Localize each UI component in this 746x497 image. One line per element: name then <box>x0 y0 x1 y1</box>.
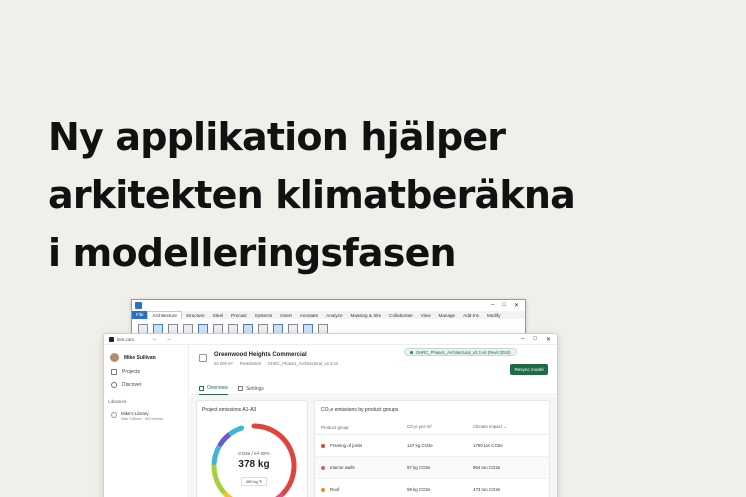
app-minimize-icon[interactable]: – <box>521 336 524 343</box>
revit-tab-analyze[interactable]: Analyze <box>322 313 346 318</box>
library-item[interactable]: Mike's Library Mike Sullivan · 300 famil… <box>104 405 188 421</box>
library-meta: Mike Sullivan · 300 families <box>121 417 164 421</box>
sidebar-item-label: Projects <box>122 369 141 375</box>
product-groups-card: CO₂e emissions by product groups Product… <box>314 400 550 497</box>
app-window: lem.com ← → – □ ✕ Mike Sullivan Projects… <box>103 333 558 497</box>
tab-overview[interactable]: Overview <box>199 383 228 395</box>
revit-tab-precast[interactable]: Precast <box>227 313 251 318</box>
building-icon <box>199 354 207 362</box>
user-name: Mike Sullivan <box>124 354 156 361</box>
group-color-dot <box>321 487 325 492</box>
revit-tab-insert[interactable]: Insert <box>276 313 296 318</box>
project-area: 20 000 m² <box>214 361 233 366</box>
user-profile[interactable]: Mike Sullivan <box>104 345 188 362</box>
group-color-dot <box>321 443 325 448</box>
model-file-chip[interactable]: GHRC_Phase1_Architectural_v2.3.rvt (Revi… <box>404 348 517 356</box>
sidebar-item-discover[interactable]: Discover <box>104 375 188 388</box>
donut-center: CO2e / m² GFA 378 kg 400 kg ✎ <box>229 451 279 488</box>
app-titlebar: lem.com ← → – □ ✕ <box>104 334 557 345</box>
libraries-heading: Libraries <box>108 400 127 405</box>
library-name: Mike's Library <box>121 411 149 416</box>
donut-segment <box>211 462 219 481</box>
model-file-label: GHRC_Phase1_Architectural_v2.3.rvt (Revi… <box>416 349 511 355</box>
donut-unit-label: CO2e / m² GFA <box>238 451 270 456</box>
sidebar: Mike Sullivan Projects Discover Librarie… <box>104 345 189 497</box>
settings-icon <box>237 386 243 391</box>
headline: Ny applikation hjälper arkitekten klimat… <box>48 108 708 282</box>
table-row[interactable]: Roof 59 kg CO2e 473 ton CO2e <box>315 478 549 497</box>
sidebar-item-label: Discover <box>122 382 142 388</box>
app-window-title: lem.com <box>117 336 135 342</box>
donut-segment <box>221 490 233 497</box>
sidebar-item-projects[interactable]: Projects <box>104 362 188 375</box>
maximize-icon[interactable]: □ <box>502 302 506 309</box>
close-icon[interactable]: ✕ <box>514 302 519 309</box>
donut-segment <box>228 425 245 436</box>
tab-bar: Overview Settings <box>190 383 557 395</box>
status-dot-icon <box>410 350 413 354</box>
card-title: Project emissions A1-A3 <box>202 407 257 413</box>
revit-logo-icon <box>135 302 142 309</box>
app-close-icon[interactable]: ✕ <box>546 336 551 343</box>
donut-segment <box>213 477 226 494</box>
sort-chevron-icon: ⌄ <box>503 424 507 429</box>
revit-titlebar: – □ ✕ <box>132 300 525 311</box>
app-logo-icon <box>109 336 114 342</box>
table-row[interactable]: Interior walls 97 kg CO2e 964 ton CO2e <box>315 456 549 478</box>
app-maximize-icon[interactable]: □ <box>533 336 537 343</box>
back-icon[interactable]: ← <box>152 336 158 342</box>
donut-segment <box>217 431 232 447</box>
revit-tab-collaborate[interactable]: Collaborate <box>385 313 417 318</box>
overview-panel: Project emissions A1-A3 CO2e / m² GFA 37… <box>190 396 557 497</box>
minimize-icon[interactable]: – <box>491 302 494 309</box>
revit-tab-modify[interactable]: Modify <box>483 313 505 318</box>
headline-line-3: i modelleringsfasen <box>48 231 457 275</box>
revit-tab-steel[interactable]: Steel <box>209 313 227 318</box>
group-color-dot <box>321 465 325 470</box>
revit-ribbon-tabs: File Architecture Structure Steel Precas… <box>132 311 525 319</box>
donut-value: 378 kg <box>238 459 270 470</box>
revit-tab-massing[interactable]: Massing & Site <box>347 313 386 318</box>
card-title: CO₂e emissions by product groups <box>321 407 399 413</box>
project-title: Greenwood Heights Commercial <box>214 352 307 358</box>
library-icon <box>111 412 117 418</box>
project-emissions-card: Project emissions A1-A3 CO2e / m² GFA 37… <box>196 400 308 497</box>
resync-model-button[interactable]: Resync model <box>510 364 548 375</box>
revit-tab-file[interactable]: File <box>132 311 148 319</box>
tab-settings[interactable]: Settings <box>237 383 264 395</box>
revit-tab-systems[interactable]: Systems <box>251 313 277 318</box>
donut-segment <box>211 443 222 466</box>
project-type: Residential <box>239 361 261 366</box>
column-header-per-m2[interactable]: CO₂e per m² <box>407 424 473 430</box>
column-header-group[interactable]: Product group <box>321 424 407 430</box>
headline-line-2: arkitekten klimatberäkna <box>48 173 576 217</box>
table-header: Product group CO₂e per m² Climate impact… <box>315 413 549 430</box>
revit-tab-architecture[interactable]: Architecture <box>147 311 182 319</box>
target-value-badge[interactable]: 400 kg ✎ <box>240 477 268 486</box>
revit-tab-addins[interactable]: Add-Ins <box>459 313 483 318</box>
project-file: GHRC_Phase1_Architectural_v2.3.rvt <box>267 361 339 366</box>
column-header-impact[interactable]: Climate impact ⌄ <box>473 424 543 430</box>
edit-icon: ✎ <box>258 479 263 484</box>
table-row[interactable]: Framing of joists 127 kg CO2e 1750 ton C… <box>315 434 549 456</box>
forward-icon[interactable]: → <box>166 336 172 342</box>
revit-tab-manage[interactable]: Manage <box>435 313 460 318</box>
revit-tab-structure[interactable]: Structure <box>182 313 209 318</box>
overview-icon <box>199 385 204 391</box>
search-icon <box>111 382 117 388</box>
revit-tab-annotate[interactable]: Annotate <box>296 313 322 318</box>
revit-tab-view[interactable]: View <box>417 313 435 318</box>
avatar <box>110 353 119 362</box>
headline-line-1: Ny applikation hjälper <box>48 115 506 159</box>
folder-icon <box>111 369 117 375</box>
main-content: Greenwood Heights Commercial 20 000 m² R… <box>190 345 557 497</box>
